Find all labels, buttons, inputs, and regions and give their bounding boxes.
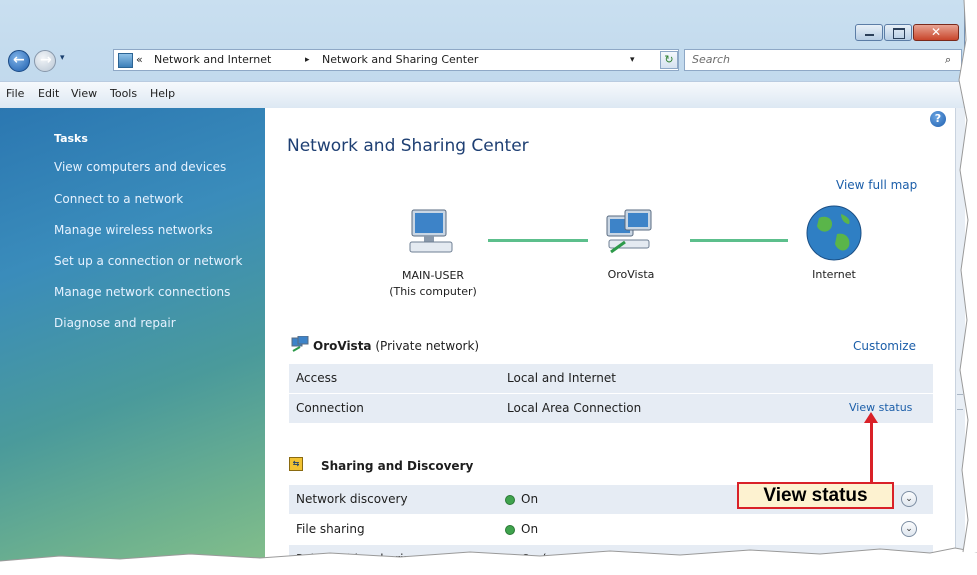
torn-edge-overlay xyxy=(0,0,977,575)
